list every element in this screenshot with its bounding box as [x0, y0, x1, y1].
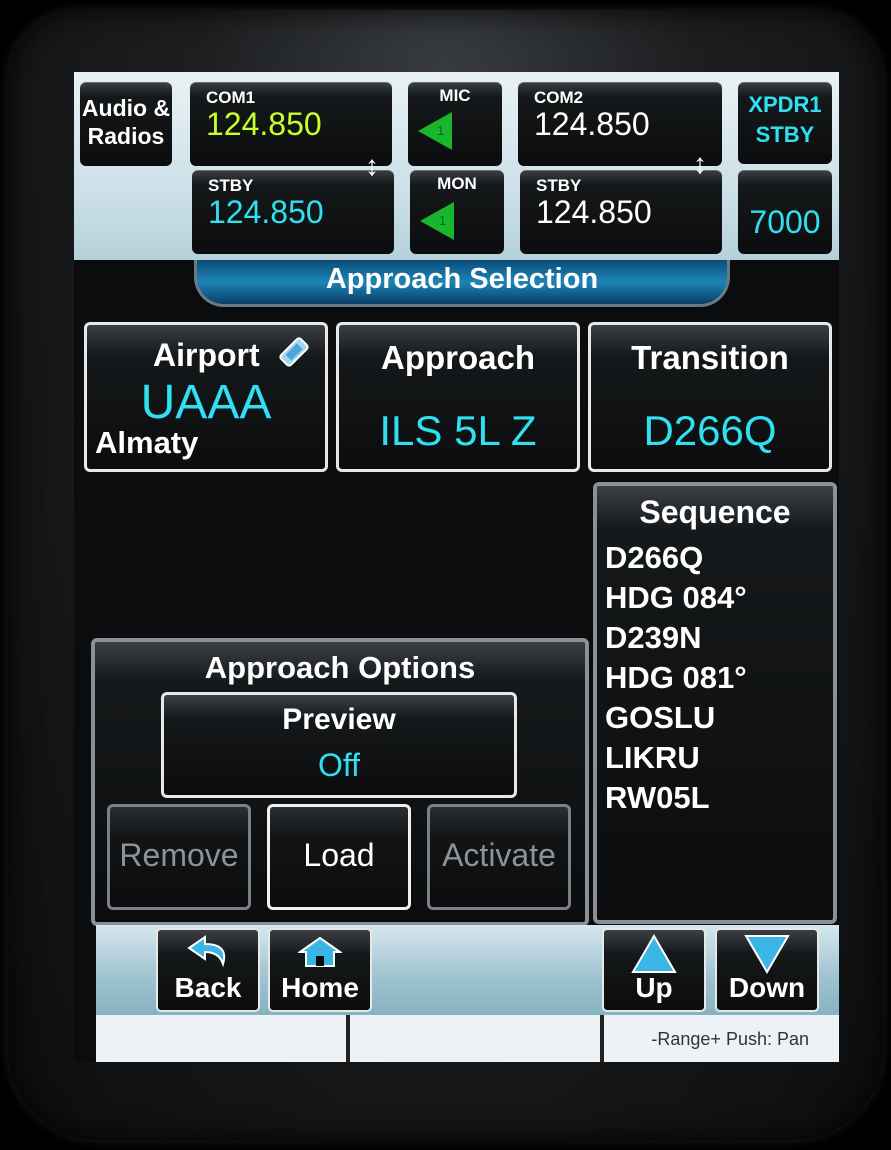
com1-stby-label: STBY: [208, 176, 254, 195]
down-arrow-icon: [744, 935, 790, 974]
back-button[interactable]: Back: [156, 928, 260, 1012]
airport-label: Airport: [153, 337, 260, 373]
activate-button[interactable]: Activate: [427, 804, 571, 910]
com1-stby-frequency: 124.850: [208, 194, 324, 230]
status-divider: [600, 1015, 604, 1062]
com2-active-button[interactable]: COM2 124.850: [518, 82, 722, 166]
mon-number: 1: [439, 213, 447, 228]
com1-frequency: 124.850: [206, 106, 322, 142]
sequence-item: D266Q: [605, 540, 704, 575]
up-button[interactable]: Up: [602, 928, 706, 1012]
load-button[interactable]: Load: [267, 804, 411, 910]
transition-value: D266Q: [643, 407, 777, 454]
status-bar: -Range+ Push: Pan: [96, 1015, 839, 1062]
mon-label: MON: [437, 174, 477, 193]
home-button[interactable]: Home: [268, 928, 372, 1012]
mic-indicator-icon: [418, 112, 452, 150]
home-icon: [298, 936, 342, 967]
sequence-list: D266Q HDG 084° D239N HDG 081° GOSLU LIKR…: [605, 538, 747, 818]
transition-button[interactable]: Transition D266Q: [588, 322, 832, 472]
preview-button[interactable]: Preview Off: [161, 692, 517, 798]
down-button[interactable]: Down: [715, 928, 819, 1012]
sequence-item: GOSLU: [605, 700, 716, 735]
home-label: Home: [281, 972, 359, 1003]
preview-value: Off: [317, 747, 361, 783]
xpdr-code: 7000: [749, 204, 821, 240]
remove-button[interactable]: Remove: [107, 804, 251, 910]
sequence-item: RW05L: [605, 780, 710, 815]
mic-button[interactable]: MIC 1: [408, 82, 502, 166]
bottom-nav-bar: Back Home Up Down: [96, 925, 839, 1015]
up-arrow-icon: [631, 934, 677, 973]
xpdr-mode-button[interactable]: XPDR1 STBY: [738, 82, 832, 164]
sequence-item: D239N: [605, 620, 702, 655]
com2-stby-label: STBY: [536, 176, 582, 195]
mon-button[interactable]: MON 1: [410, 170, 504, 254]
transition-label: Transition: [631, 339, 789, 376]
com2-label: COM2: [534, 88, 584, 107]
mic-number: 1: [437, 123, 445, 138]
status-divider: [346, 1015, 350, 1062]
airport-search-icon: [279, 337, 309, 367]
com2-stby-frequency: 124.850: [536, 194, 652, 230]
com2-standby-button[interactable]: STBY 124.850: [520, 170, 722, 254]
back-arrow-icon: [187, 935, 226, 968]
xpdr-code-button[interactable]: 7000: [738, 170, 832, 254]
xpdr-mode: STBY: [755, 122, 815, 147]
sequence-item: HDG 084°: [605, 580, 747, 615]
sequence-item: HDG 081°: [605, 660, 747, 695]
sequence-item: LIKRU: [605, 740, 700, 775]
sequence-panel: Sequence D266Q HDG 084° D239N HDG 081° G…: [593, 482, 837, 924]
up-label: Up: [635, 972, 673, 1003]
com1-active-button[interactable]: COM1 124.850: [190, 82, 392, 166]
com2-swap-icon[interactable]: ↕: [693, 150, 707, 178]
back-label: Back: [174, 972, 242, 1003]
page-title: Approach Selection: [194, 260, 730, 307]
airport-code: UAAA: [140, 376, 272, 429]
preview-label: Preview: [282, 703, 396, 736]
audio-radios-button[interactable]: Audio & Radios: [80, 82, 172, 166]
xpdr-label: XPDR1: [748, 92, 822, 117]
com1-standby-button[interactable]: STBY 124.850: [192, 170, 394, 254]
airport-name: Almaty: [95, 425, 199, 460]
down-label: Down: [728, 972, 806, 1003]
approach-value: ILS 5L Z: [379, 407, 537, 454]
approach-options-title: Approach Options: [204, 650, 476, 685]
radio-bar: Audio & Radios COM1 124.850 STBY 124.850…: [74, 72, 839, 260]
com2-frequency: 124.850: [534, 106, 650, 142]
approach-label: Approach: [380, 339, 535, 376]
com1-swap-icon[interactable]: ↕: [365, 152, 379, 180]
airport-button[interactable]: Airport UAAA Almaty: [84, 322, 328, 472]
approach-options-panel: Approach Options Preview Off Remove Load…: [91, 638, 589, 926]
touchscreen: Audio & Radios COM1 124.850 STBY 124.850…: [74, 72, 839, 1062]
knob-hint: -Range+ Push: Pan: [651, 1029, 809, 1049]
approach-button[interactable]: Approach ILS 5L Z: [336, 322, 580, 472]
mic-label: MIC: [439, 86, 471, 105]
audio-radios-label: Audio & Radios: [81, 95, 171, 149]
mon-indicator-icon: [420, 202, 454, 240]
sequence-title: Sequence: [639, 494, 791, 530]
com1-label: COM1: [206, 88, 256, 107]
